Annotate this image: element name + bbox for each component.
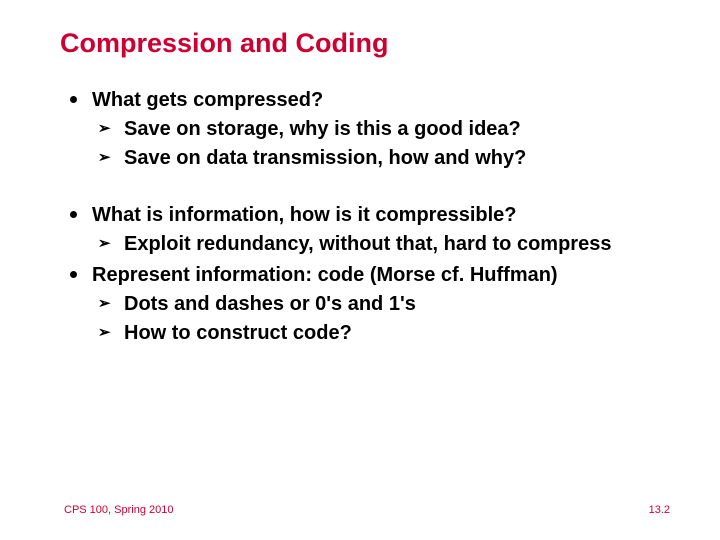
slide-title: Compression and Coding bbox=[60, 28, 670, 59]
sub-bullet-text: Save on storage, why is this a good idea… bbox=[124, 118, 521, 140]
footer-left: CPS 100, Spring 2010 bbox=[64, 504, 173, 516]
sub-bullet-text: How to construct code? bbox=[124, 322, 352, 344]
bullet-dot-icon bbox=[70, 96, 77, 103]
arrow-icon: ➢ bbox=[98, 119, 111, 139]
sub-bullet-text: Dots and dashes or 0's and 1's bbox=[124, 293, 416, 315]
sub-bullet-text: Save on data transmission, how and why? bbox=[124, 147, 526, 169]
arrow-icon: ➢ bbox=[98, 148, 111, 168]
footer-right: 13.2 bbox=[649, 504, 670, 516]
bullet-group-3: Represent information: code (Morse cf. H… bbox=[92, 262, 670, 347]
bullet-text: What gets compressed? bbox=[92, 89, 323, 111]
sub-bullet: ➢ Dots and dashes or 0's and 1's bbox=[92, 291, 670, 318]
arrow-icon: ➢ bbox=[98, 323, 111, 343]
slide-body: What gets compressed? ➢ Save on storage,… bbox=[64, 87, 670, 347]
bullet-text: What is information, how is it compressi… bbox=[92, 204, 517, 226]
bullet-group-1: What gets compressed? ➢ Save on storage,… bbox=[92, 87, 670, 172]
sub-bullet: ➢ Save on storage, why is this a good id… bbox=[92, 116, 670, 143]
slide-footer: CPS 100, Spring 2010 13.2 bbox=[64, 504, 670, 516]
arrow-icon: ➢ bbox=[98, 234, 111, 254]
bullet-dot-icon bbox=[70, 211, 77, 218]
sub-bullet: ➢ Exploit redundancy, without that, hard… bbox=[92, 231, 670, 258]
arrow-icon: ➢ bbox=[98, 294, 111, 314]
bullet-text: Represent information: code (Morse cf. H… bbox=[92, 264, 558, 286]
sub-bullet: ➢ Save on data transmission, how and why… bbox=[92, 145, 670, 172]
sub-bullet: ➢ How to construct code? bbox=[92, 320, 670, 347]
sub-bullet-text: Exploit redundancy, without that, hard t… bbox=[124, 233, 611, 255]
bullet-dot-icon bbox=[70, 271, 77, 278]
bullet-group-2: What is information, how is it compressi… bbox=[92, 202, 670, 258]
